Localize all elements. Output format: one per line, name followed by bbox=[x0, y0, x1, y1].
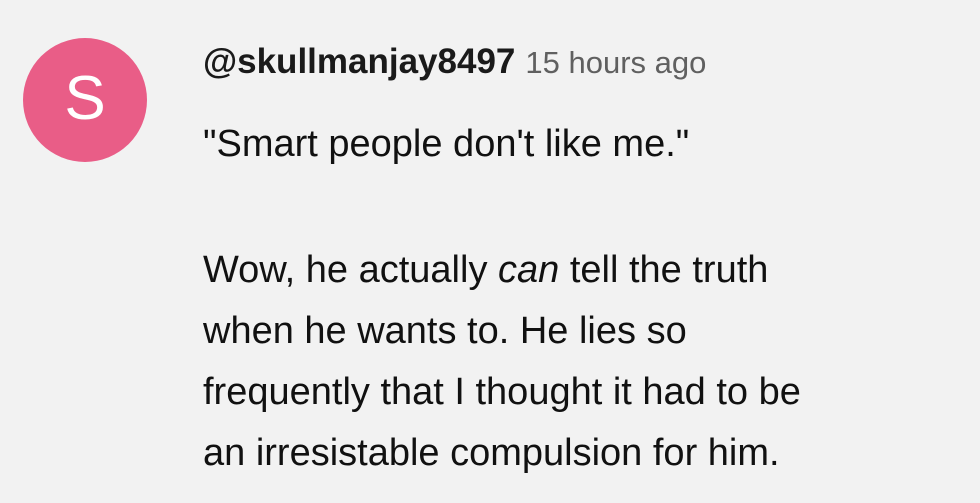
comment-body: "Smart people don't like me." Wow, he ac… bbox=[203, 114, 963, 484]
timestamp[interactable]: 15 hours ago bbox=[525, 45, 706, 80]
comment: S @skullmanjay8497 15 hours ago "Smart pe… bbox=[0, 0, 980, 503]
comment-header: @skullmanjay8497 15 hours ago bbox=[203, 44, 706, 79]
author-link[interactable]: @skullmanjay8497 bbox=[203, 42, 515, 81]
avatar-letter: S bbox=[64, 64, 106, 133]
comment-line-2: when he wants to. He lies so bbox=[203, 310, 687, 352]
comment-line-1-start: Wow, he actually bbox=[203, 249, 499, 291]
comment-paragraph: Wow, he actually can tell the truth when… bbox=[203, 240, 963, 484]
avatar[interactable]: S bbox=[23, 38, 147, 162]
comment-quote: "Smart people don't like me." bbox=[203, 123, 690, 165]
comment-line-4: an irresistable compulsion for him. bbox=[203, 432, 780, 474]
comment-line-1-end: tell the truth bbox=[559, 249, 769, 291]
comment-line-1: Wow, he actually can tell the truth bbox=[203, 240, 963, 301]
comment-emphasis: can bbox=[498, 249, 560, 291]
comment-line-3: frequently that I thought it had to be bbox=[203, 371, 801, 413]
